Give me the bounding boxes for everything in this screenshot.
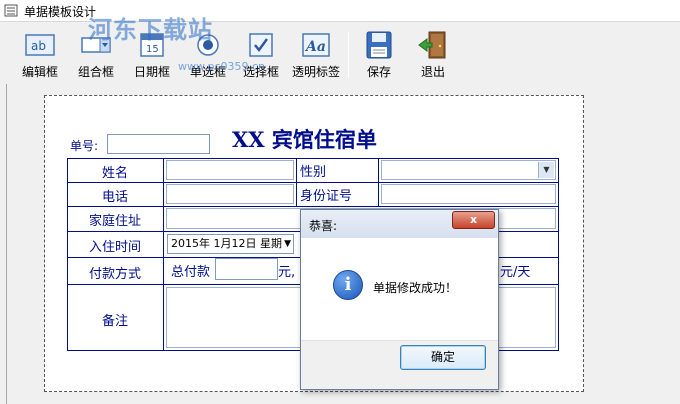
svg-text:ab: ab <box>31 39 46 53</box>
table-rule <box>296 158 297 206</box>
name-input[interactable] <box>166 160 294 180</box>
exit-button[interactable]: 退出 <box>410 30 456 82</box>
svg-text:Aa: Aa <box>304 39 326 55</box>
total-payment-input[interactable] <box>215 258 278 280</box>
save-button[interactable]: 保存 <box>356 30 402 82</box>
id-number-label[interactable]: 身份证号 <box>300 185 352 204</box>
form-title[interactable]: XX 宾馆住宿单 <box>232 124 377 154</box>
edit-box-tool[interactable]: ab 编辑框 <box>14 30 66 82</box>
table-rule <box>67 182 559 183</box>
payment-label[interactable]: 付款方式 <box>67 263 163 282</box>
toolbar-separator <box>348 32 349 78</box>
transparent-label-tool[interactable]: Aa 透明标签 <box>288 30 344 82</box>
phone-input[interactable] <box>166 184 294 204</box>
transparent-label-label: 透明标签 <box>291 65 340 79</box>
dialog-close-button[interactable]: x <box>452 211 495 229</box>
edit-box-icon: ab <box>25 34 55 56</box>
remark-label[interactable]: 备注 <box>67 310 163 329</box>
bill-number-input[interactable] <box>107 134 210 154</box>
svg-text:15: 15 <box>146 44 159 55</box>
watermark-url: www.pc0359.cn <box>178 60 266 73</box>
per-day-label[interactable]: 元/天 <box>500 261 530 280</box>
checkbox-icon <box>249 33 273 57</box>
checkin-date-picker[interactable]: 2015年 1月12日 星期 ▼ <box>167 234 294 254</box>
close-icon: x <box>469 213 478 226</box>
table-rule <box>378 158 379 206</box>
dialog-title: 恭喜: <box>309 219 338 233</box>
yuan-label[interactable]: 元, <box>278 261 295 280</box>
left-panel-border <box>6 84 7 404</box>
watermark: 河东下载站 <box>88 16 213 44</box>
gender-label[interactable]: 性别 <box>300 161 326 180</box>
info-icon: i <box>333 270 363 300</box>
window-title: 单据模板设计 <box>24 5 97 19</box>
dialog-titlebar: 恭喜: x <box>301 210 498 238</box>
ok-button[interactable]: 确定 <box>400 345 486 370</box>
app-icon <box>4 4 18 17</box>
address-label[interactable]: 家庭住址 <box>67 210 163 229</box>
id-number-input[interactable] <box>381 184 556 204</box>
chevron-down-icon[interactable]: ▼ <box>284 235 291 253</box>
save-icon <box>366 31 392 59</box>
phone-label[interactable]: 电话 <box>67 186 163 205</box>
checkbox-tool[interactable]: 选择框 <box>238 30 284 82</box>
total-payment-label[interactable]: 总付款 <box>171 261 210 280</box>
combo-box-label: 组合框 <box>77 65 114 79</box>
edit-box-label: 编辑框 <box>21 65 58 79</box>
date-box-label: 日期框 <box>133 65 170 79</box>
checkin-date-value: 2015年 1月12日 星期 <box>171 237 282 250</box>
name-label[interactable]: 姓名 <box>67 162 163 181</box>
table-rule <box>163 158 164 351</box>
checkin-label[interactable]: 入住时间 <box>67 236 163 255</box>
save-label: 保存 <box>366 65 391 79</box>
chevron-down-icon[interactable]: ▼ <box>538 162 554 178</box>
exit-label: 退出 <box>420 65 445 79</box>
gender-select[interactable]: ▼ <box>381 160 556 180</box>
text-label-icon: Aa <box>302 33 330 57</box>
table-rule <box>67 206 559 207</box>
dialog-message: 单据修改成功！ <box>373 281 458 295</box>
exit-door-icon <box>418 31 446 59</box>
bill-number-label[interactable]: 单号: <box>70 137 98 154</box>
